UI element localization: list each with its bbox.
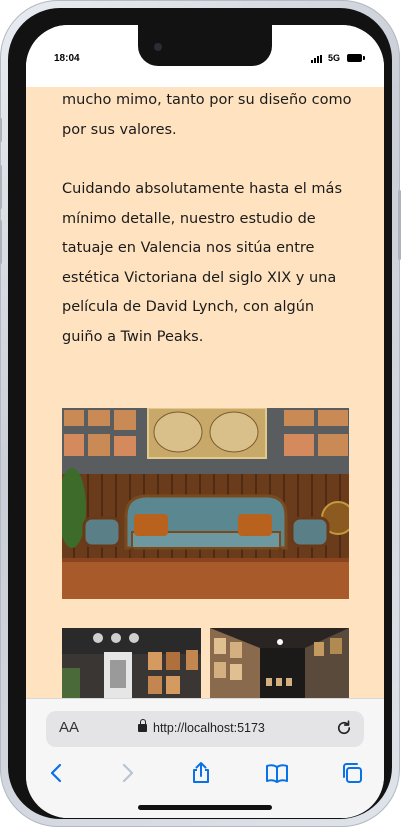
status-bar: 18:04 5G xyxy=(26,25,384,87)
studio-photo-main xyxy=(62,408,349,599)
network-label: 5G xyxy=(328,53,341,63)
volume-down-button xyxy=(0,220,2,264)
bookmarks-icon[interactable] xyxy=(265,761,289,785)
browser-bottom-bar: AA http://localhost:5173 xyxy=(26,698,384,818)
power-button xyxy=(398,190,401,260)
url-text[interactable]: http://localhost:5173 xyxy=(153,721,265,735)
phone-screen: 18:04 5G mucho mimo, tanto por su diseño… xyxy=(26,25,384,818)
volume-up-button xyxy=(0,165,2,209)
back-icon[interactable] xyxy=(45,761,69,785)
camera-icon xyxy=(154,43,162,51)
text-size-button[interactable]: AA xyxy=(59,719,79,736)
paragraph-1: mucho mimo, tanto por su diseño como por… xyxy=(62,92,352,138)
signal-icon xyxy=(311,55,322,63)
status-time: 18:04 xyxy=(54,53,80,64)
home-indicator[interactable] xyxy=(138,805,272,810)
studio-photo-gallery xyxy=(210,628,349,698)
share-icon[interactable] xyxy=(189,761,213,785)
lock-icon xyxy=(138,719,147,732)
studio-photo-hallway xyxy=(62,628,201,698)
phone-frame: 18:04 5G mucho mimo, tanto por su diseño… xyxy=(0,0,401,827)
reload-icon[interactable] xyxy=(335,719,353,737)
battery-icon xyxy=(347,54,365,62)
tabs-icon[interactable] xyxy=(340,761,364,785)
action-button xyxy=(0,118,2,142)
address-bar[interactable]: AA http://localhost:5173 xyxy=(46,711,364,747)
paragraph-2: Cuidando absolutamente hasta el más míni… xyxy=(62,181,342,345)
phone-bezel: 18:04 5G mucho mimo, tanto por su diseño… xyxy=(8,8,392,819)
web-content: mucho mimo, tanto por su diseño como por… xyxy=(26,87,384,698)
forward-icon[interactable] xyxy=(115,761,139,785)
